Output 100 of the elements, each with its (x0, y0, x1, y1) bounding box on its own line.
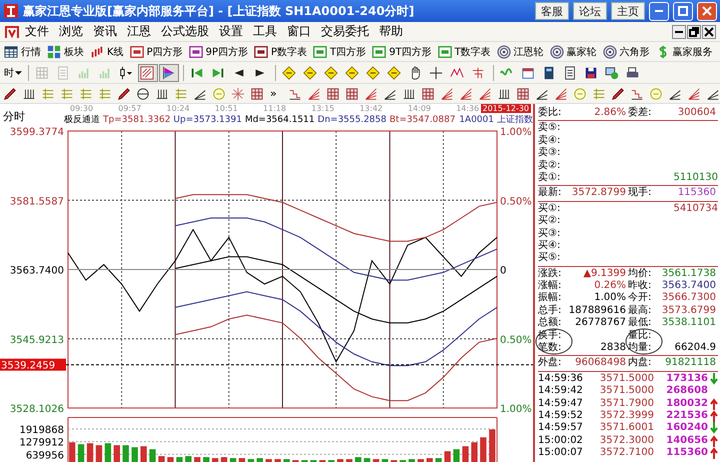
horizontal-lines-icon (98, 86, 112, 100)
wheel-icon (550, 44, 564, 58)
fan-lines-icon (458, 86, 473, 100)
calendar-icon (521, 66, 535, 80)
trade-price: 3572.3000 (598, 434, 654, 448)
time-label: 09:30 (70, 104, 94, 113)
axis-label: 0.50% (500, 196, 532, 208)
grid-icon (344, 86, 359, 100)
link-button[interactable]: 主页 (611, 2, 645, 20)
time-label: 10:24 (166, 104, 190, 113)
table-icon (4, 44, 18, 58)
trade-price: 3571.7900 (598, 398, 654, 410)
minimize-button[interactable] (672, 24, 686, 38)
maximize-icon (678, 6, 688, 16)
skip-back-icon (190, 66, 204, 80)
axis-label: 3599.3774 (10, 127, 64, 138)
link-button[interactable]: 客服 (535, 2, 569, 20)
time-label: 14:09 (408, 104, 431, 113)
trade-time: 14:59:47 (538, 398, 584, 410)
quote-label: 买①: (538, 202, 560, 215)
more-tools-button[interactable]: » (268, 87, 279, 100)
trade-price: 3572.7100 (598, 447, 654, 460)
toolbar-button[interactable]: P数字表 (252, 42, 310, 60)
toolbar-button[interactable]: K线 (88, 42, 126, 60)
link-button[interactable]: 论坛 (573, 2, 607, 20)
menu-item[interactable]: 资讯 (88, 23, 122, 40)
period-dropdown[interactable]: 时 (2, 64, 24, 82)
toolbar-button[interactable]: 9P四方形 (186, 42, 250, 60)
fan-lines-icon (440, 86, 454, 100)
toolbar-button[interactable]: 9T四方形 (370, 42, 434, 60)
quote-label: 涨跌: (538, 268, 562, 280)
time-label: 13:42 (360, 104, 383, 113)
quote-value: 3538.1101 (660, 317, 717, 330)
quote-value: 3573.6799 (660, 304, 717, 318)
trade-time: 15:00:02 (538, 434, 584, 448)
close-button[interactable] (702, 24, 716, 38)
quote-value: 300604 (676, 107, 717, 120)
menu-item[interactable]: 帮助 (374, 23, 408, 40)
toolbar-button[interactable]: T四方形 (311, 42, 368, 60)
toolbar-button[interactable]: 板块 (45, 42, 86, 60)
menu-item[interactable]: 文件 (20, 23, 54, 40)
minimize-icon (674, 30, 684, 32)
toolbar-button[interactable]: T数字表 (436, 42, 493, 60)
quote-value: 5410734 (673, 202, 718, 216)
quote-label: 最新: (538, 187, 562, 200)
quote-value: ▲9.1399 (582, 268, 627, 280)
tool-button[interactable] (138, 64, 158, 82)
quote-value: 2838 (600, 342, 627, 354)
axis-label: 0.50% (500, 334, 532, 346)
toolbar-button[interactable]: P四方形 (128, 42, 185, 60)
indicator-value: Bt=3547.0887 (390, 115, 456, 126)
quote-value: 5110130 (673, 172, 718, 184)
horizontal-lines-icon (79, 86, 93, 100)
crosshair-icon (429, 66, 443, 80)
toolbar-button[interactable]: 六角形 (600, 42, 652, 60)
toolbar-button[interactable]: 赢家服务 (654, 42, 715, 60)
vertical-lines-icon (155, 86, 169, 100)
diamond-icon (345, 66, 359, 80)
time-label: 09:57 (118, 104, 142, 113)
menu-item[interactable]: 窗口 (282, 23, 316, 40)
fan-lines-icon (364, 86, 378, 100)
wheel-icon (602, 44, 617, 58)
trade-volume: 180032 (665, 398, 708, 410)
time-label: 13:15 (311, 104, 334, 113)
axis-label: 1.00% (500, 404, 532, 415)
menu-item[interactable]: 浏览 (54, 23, 88, 40)
toolbar-button[interactable]: 行情 (2, 42, 43, 60)
menu-item[interactable]: 设置 (214, 23, 248, 40)
close-icon (702, 6, 712, 16)
minimize-icon (654, 10, 664, 12)
fan-lines-icon (686, 86, 701, 100)
menu-item[interactable]: 江恩 (122, 23, 156, 40)
menu-item[interactable]: 公式选股 (156, 23, 214, 40)
quote-label: 卖①: (538, 172, 560, 184)
quote-value: 96068498 (574, 357, 627, 370)
axis-label: 3528.1026 (10, 404, 64, 415)
toolbar-button[interactable]: 赢家轮 (548, 42, 599, 60)
menu-item[interactable]: 工具 (248, 23, 282, 40)
quote-label: 买③: (538, 228, 560, 240)
trade-volume: 173136 (665, 372, 708, 386)
close-icon (704, 26, 714, 36)
list-icon (563, 66, 577, 80)
quote-value: 3563.7400 (660, 280, 717, 292)
wheel-icon (496, 44, 511, 58)
toolbar-button[interactable]: 江恩轮 (494, 42, 546, 60)
tiles-icon (47, 44, 61, 58)
quote-label: 委差: (628, 107, 652, 120)
maximize-button[interactable] (673, 2, 693, 20)
diamond-icon (282, 66, 296, 80)
diamond-icon (303, 66, 317, 80)
quote-label: 今开: (628, 292, 652, 304)
down-arrow-icon (710, 422, 718, 434)
coin-icon (648, 86, 663, 100)
menu-item[interactable]: 交易委托 (316, 23, 374, 40)
restore-button[interactable] (687, 24, 701, 38)
pencil-icon (3, 86, 17, 100)
burst-icon (231, 86, 245, 100)
ellipse-annotation (535, 328, 573, 355)
axis-label: 639956 (26, 450, 64, 462)
down-arrow-icon (710, 372, 718, 385)
